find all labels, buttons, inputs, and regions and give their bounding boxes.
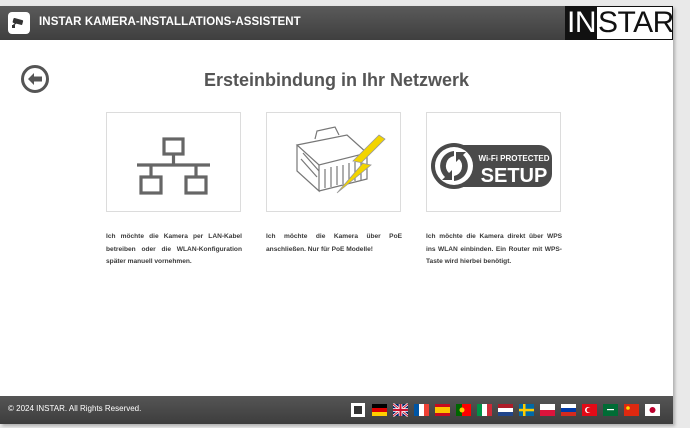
header-bar: INSTAR KAMERA-INSTALLATIONS-ASSISTENT IN… — [0, 6, 674, 40]
option-poe-card[interactable] — [266, 112, 401, 212]
flag-ar-icon[interactable] — [603, 403, 618, 417]
flag-ru-icon[interactable] — [561, 403, 576, 417]
support-icon[interactable] — [351, 403, 366, 417]
option-lan-card[interactable] — [106, 112, 241, 212]
option-wps-description: Ich möchte die Kamera direkt über WPS in… — [426, 233, 562, 265]
option-wps-card[interactable]: Wi-Fi PROTECTED SETUP — [426, 112, 561, 212]
wps-setup-icon: Wi-Fi PROTECTED SETUP — [431, 143, 552, 189]
flag-cn-icon[interactable] — [624, 403, 639, 417]
flag-jp-icon[interactable] — [645, 403, 660, 417]
flag-pl-icon[interactable] — [540, 403, 555, 417]
page-title: Ersteinbindung in Ihr Netzwerk — [203, 70, 470, 90]
flag-tr-icon[interactable] — [582, 403, 597, 417]
flag-es-icon[interactable] — [435, 403, 450, 417]
network-lan-icon — [137, 137, 210, 195]
svg-text:SETUP: SETUP — [481, 165, 548, 187]
app-title: INSTAR KAMERA-INSTALLATIONS-ASSISTENT — [39, 16, 301, 28]
camera-app-icon — [8, 12, 30, 34]
option-poe-description: Ich möchte die Kamera über PoE anschließ… — [266, 233, 402, 253]
copyright-text: © 2024 INSTAR. All Rights Reserved. — [8, 404, 142, 413]
app-window: INSTAR KAMERA-INSTALLATIONS-ASSISTENT IN… — [0, 6, 674, 424]
flag-uk-icon[interactable] — [393, 403, 408, 417]
flag-pt-icon[interactable] — [456, 403, 471, 417]
footer-bar: © 2024 INSTAR. All Rights Reserved. — [0, 396, 673, 424]
flag-de-icon[interactable] — [372, 403, 387, 417]
svg-text:Wi-Fi PROTECTED: Wi-Fi PROTECTED — [478, 154, 549, 163]
flag-it-icon[interactable] — [477, 403, 492, 417]
option-lan-description: Ich möchte die Kamera per LAN-Kabel betr… — [106, 233, 242, 265]
flag-fr-icon[interactable] — [414, 403, 429, 417]
flag-se-icon[interactable] — [519, 403, 534, 417]
poe-plug-icon — [295, 126, 386, 194]
instar-logo: IN STAR — [565, 6, 674, 40]
flag-nl-icon[interactable] — [498, 403, 513, 417]
